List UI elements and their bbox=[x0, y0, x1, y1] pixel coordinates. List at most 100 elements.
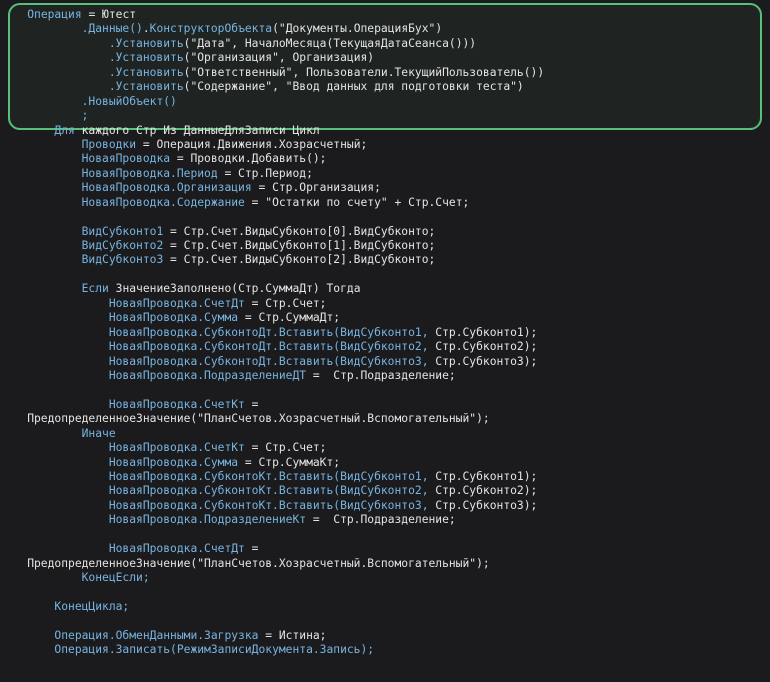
code-line: НоваяПроводка.Содержание = "Остатки по с… bbox=[0, 196, 770, 210]
code-token: = Стр.Счет.ВидыСубконто[0].ВидСубконто; bbox=[163, 224, 436, 238]
code-token: Операция.Записать(РежимЗаписиДокумента.З… bbox=[54, 643, 375, 657]
code-line: НоваяПроводка.СубконтоДт.Вставить(ВидСуб… bbox=[0, 340, 770, 354]
code-token: НоваяПроводка.Сумма bbox=[108, 311, 239, 325]
code-line: НоваяПроводка = Проводки.Добавить(); bbox=[0, 152, 770, 166]
code-line: Проводки = Операция.Движения.Хозрасчетны… bbox=[0, 138, 770, 152]
code-token: НоваяПроводка bbox=[81, 152, 171, 166]
code-line: НоваяПроводка.Сумма = Стр.СуммаДт; bbox=[0, 311, 770, 325]
code-line: .Установить("Ответственный", Пользовател… bbox=[0, 66, 770, 80]
code-token: ПредопределенноеЗначение("ПланСчетов.Хоз… bbox=[0, 412, 490, 426]
code-token: = Стр.Период; bbox=[217, 166, 313, 180]
code-token: .Установить bbox=[108, 80, 184, 94]
code-line: ПредопределенноеЗначение("ПланСчетов.Хоз… bbox=[0, 557, 770, 571]
code-token: .Установить bbox=[108, 51, 184, 65]
code-token: = Стр.Счет; bbox=[244, 296, 327, 310]
code-token: ; bbox=[81, 109, 89, 123]
code-token: Иначе bbox=[81, 426, 116, 440]
code-token: ("Ответственный", Пользователи.ТекущийПо… bbox=[183, 65, 545, 79]
code-token: = Стр.Подразделение; bbox=[306, 513, 456, 527]
code-line: ВидСубконто3 = Стр.Счет.ВидыСубконто[2].… bbox=[0, 253, 770, 267]
code-token: = Истина; bbox=[258, 628, 327, 642]
code-token: КонецЦикла; bbox=[54, 599, 130, 613]
code-token: НоваяПроводка.СубконтоДт.Вставить(ВидСуб… bbox=[108, 325, 429, 339]
code-token: НоваяПроводка.ПодразделениеКт bbox=[108, 513, 307, 527]
code-token: ПредопределенноеЗначение("ПланСчетов.Хоз… bbox=[0, 556, 490, 570]
code-line: НоваяПроводка.СубконтоДт.Вставить(ВидСуб… bbox=[0, 355, 770, 369]
code-token: = Стр.Счет.ВидыСубконто[2].ВидСубконто; bbox=[163, 253, 436, 267]
code-token: НоваяПроводка.Содержание bbox=[81, 195, 245, 209]
code-token: = Стр.Подразделение; bbox=[306, 368, 456, 382]
code-token: ("Содержание", "Ввод данных для подготов… bbox=[183, 80, 524, 94]
code-line: НоваяПроводка.СубконтоКт.Вставить(ВидСуб… bbox=[0, 484, 770, 498]
code-line: НоваяПроводка.СубконтоКт.Вставить(ВидСуб… bbox=[0, 470, 770, 484]
code-line: Операция.Записать(РежимЗаписиДокумента.З… bbox=[0, 643, 770, 657]
code-token: Для bbox=[54, 123, 75, 137]
code-token: НоваяПроводка.СчетДт bbox=[108, 542, 245, 556]
code-line: ; bbox=[0, 109, 770, 123]
code-line: НоваяПроводка.СчетДт = Стр.Счет; bbox=[0, 297, 770, 311]
code-token: НоваяПроводка.СубконтоКт.Вставить(ВидСуб… bbox=[108, 498, 429, 512]
code-token: КонецЕсли; bbox=[81, 571, 150, 585]
code-token: = Стр.СуммаДт; bbox=[238, 311, 341, 325]
code-token: Стр.Субконто3); bbox=[428, 354, 538, 368]
code-token: ("Документы.ОперацияБух") bbox=[272, 22, 443, 36]
code-line: КонецЦикла; bbox=[0, 600, 770, 614]
code-token: ВидСубконто3 bbox=[81, 253, 164, 267]
code-token: НоваяПроводка.СубконтоДт.Вставить(ВидСуб… bbox=[108, 340, 429, 354]
code-token: КонструкторОбъекта bbox=[149, 22, 273, 36]
code-token: = "Остатки по счету" + Стр.Счет; bbox=[244, 195, 470, 209]
code-token: Проводки bbox=[81, 137, 137, 151]
code-token: ("Дата", НачалоМесяца(ТекущаяДатаСеанса(… bbox=[183, 36, 477, 50]
code-editor[interactable]: Операция = Ютест .Данные().КонструкторОб… bbox=[0, 0, 770, 682]
code-line: НоваяПроводка.СубконтоДт.Вставить(ВидСуб… bbox=[0, 326, 770, 340]
code-line: .Установить("Дата", НачалоМесяца(Текущая… bbox=[0, 37, 770, 51]
code-token: .НовыйОбъект() bbox=[81, 94, 177, 108]
code-line: Операция.ОбменДанными.Загрузка = Истина; bbox=[0, 629, 770, 643]
code-line: НоваяПроводка.СубконтоКт.Вставить(ВидСуб… bbox=[0, 499, 770, 513]
code-token: Операция.ОбменДанными.Загрузка bbox=[54, 628, 259, 642]
code-token: НоваяПроводка.Организация bbox=[81, 181, 252, 195]
code-token: Стр.Субконто2); bbox=[428, 340, 538, 354]
code-line: ВидСубконто2 = Стр.Счет.ВидыСубконто[1].… bbox=[0, 239, 770, 253]
code-line: НоваяПроводка.Организация = Стр.Организа… bbox=[0, 181, 770, 195]
code-line: .Установить("Организация", Организация) bbox=[0, 51, 770, 65]
code-token: .Установить bbox=[108, 36, 184, 50]
code-token: = Стр.Счет; bbox=[244, 441, 327, 455]
code-line: ПредопределенноеЗначение("ПланСчетов.Хоз… bbox=[0, 412, 770, 426]
code-token: Стр.Субконто2); bbox=[428, 484, 538, 498]
code-token: .Данные() bbox=[81, 22, 143, 36]
code-token: НоваяПроводка.СчетКт bbox=[108, 441, 245, 455]
code-token: = Стр.Счет.ВидыСубконто[1].ВидСубконто; bbox=[163, 239, 436, 252]
code-line: НоваяПроводка.ПодразделениеДТ = Стр.Подр… bbox=[0, 369, 770, 383]
code-token: = Стр.СуммаКт; bbox=[238, 455, 341, 469]
code-token: .Установить bbox=[108, 65, 184, 79]
